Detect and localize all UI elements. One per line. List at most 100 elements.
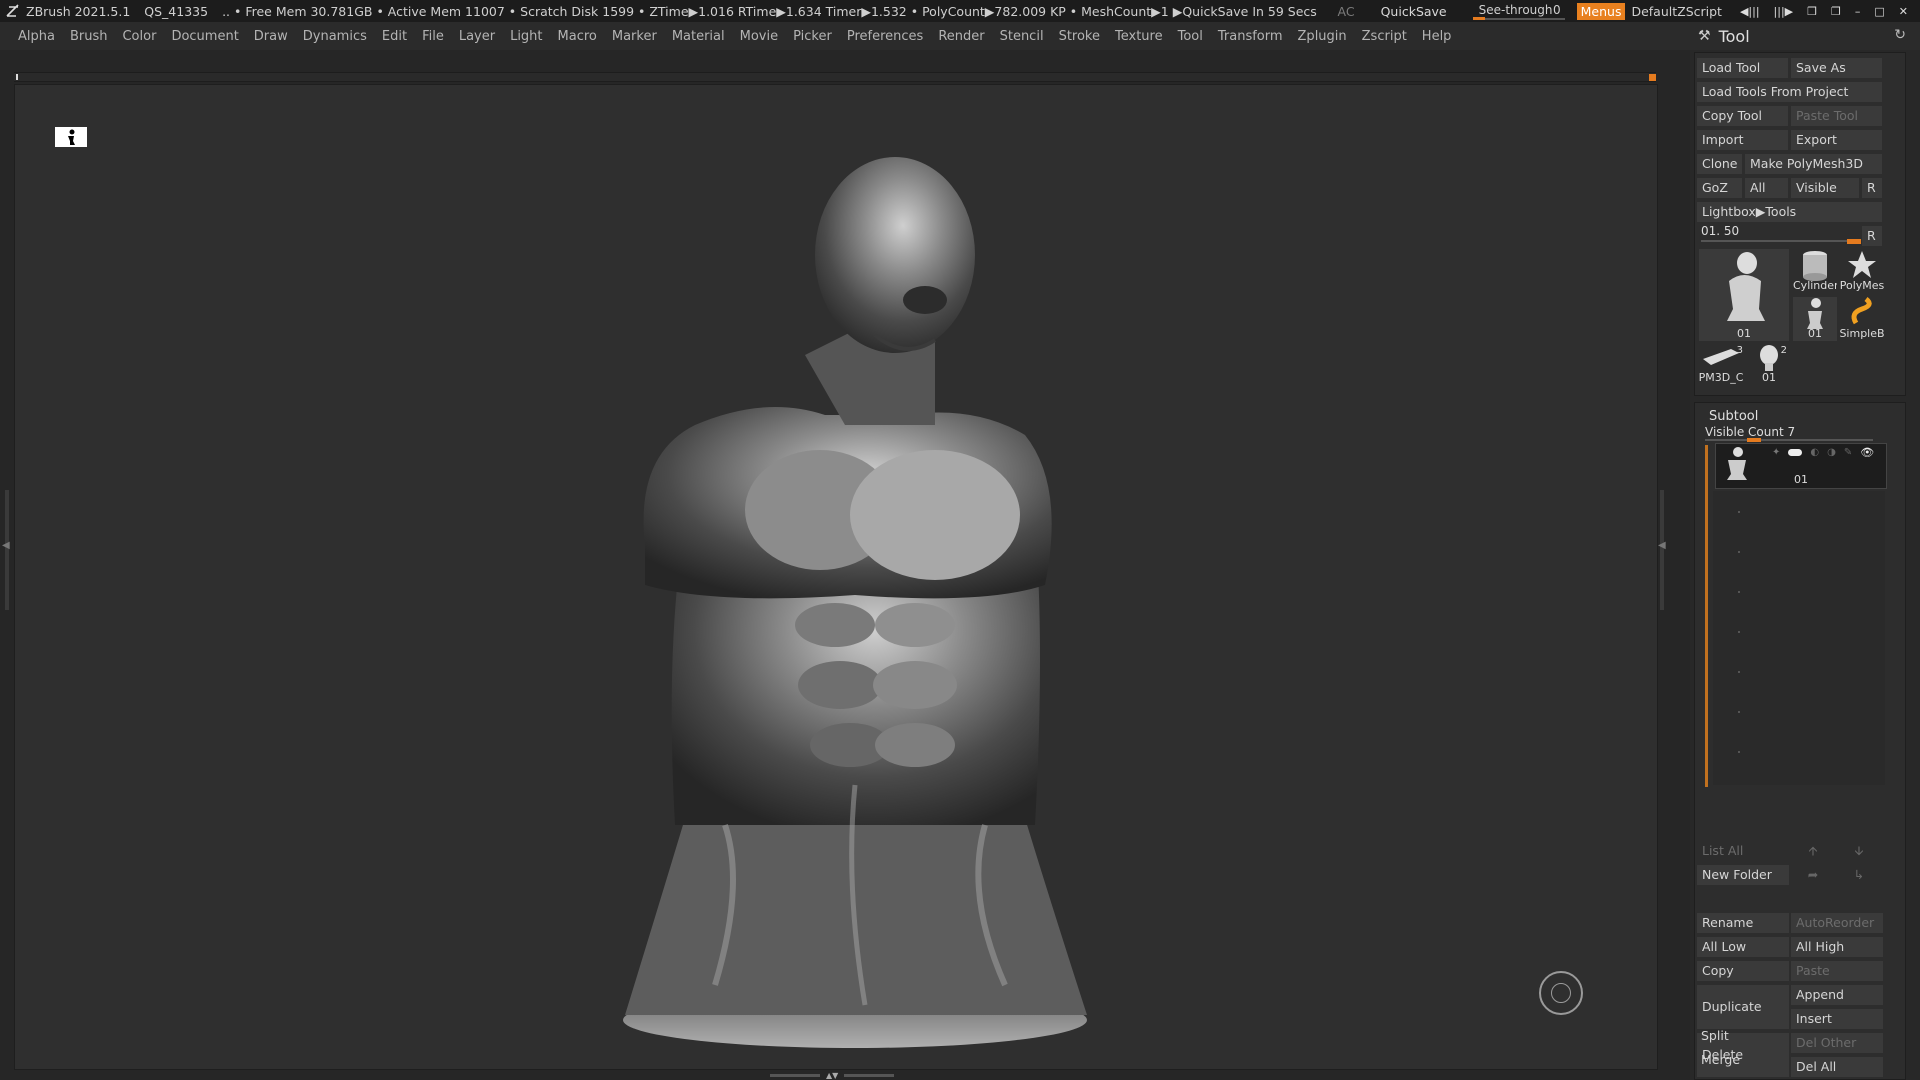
- menu-stroke[interactable]: Stroke: [1059, 29, 1100, 44]
- lightbox-tools-button[interactable]: Lightbox▶Tools: [1697, 202, 1882, 222]
- goz-r-button[interactable]: R: [1862, 178, 1882, 198]
- paste-button[interactable]: Paste: [1791, 961, 1883, 981]
- tool-thumb-main[interactable]: 01: [1699, 249, 1789, 341]
- tool-thumb-simpleb[interactable]: SimpleB: [1839, 297, 1885, 341]
- menu-draw[interactable]: Draw: [254, 29, 288, 44]
- menu-zplugin[interactable]: Zplugin: [1298, 29, 1347, 44]
- all-low-button[interactable]: All Low: [1697, 937, 1789, 957]
- menus-button[interactable]: Menus: [1576, 2, 1626, 20]
- new-folder-button[interactable]: New Folder: [1697, 865, 1789, 885]
- append-button[interactable]: Append: [1791, 985, 1883, 1005]
- menu-texture[interactable]: Texture: [1115, 29, 1163, 44]
- autoreorder-button[interactable]: AutoReorder: [1791, 913, 1883, 933]
- move-up-icon[interactable]: 🡩: [1791, 841, 1835, 861]
- tool-slider-knob[interactable]: [1847, 239, 1861, 244]
- visible-count-knob[interactable]: [1747, 438, 1761, 442]
- tool-slider[interactable]: 01. 50: [1701, 224, 1861, 244]
- subtool-dynamesh-icon[interactable]: ◐: [1810, 447, 1819, 458]
- load-tools-from-project-button[interactable]: Load Tools From Project: [1697, 82, 1882, 102]
- goz-button[interactable]: GoZ: [1697, 178, 1742, 198]
- duplicate-button[interactable]: Duplicate: [1697, 985, 1789, 1029]
- menu-help[interactable]: Help: [1422, 29, 1452, 44]
- goz-visible-button[interactable]: Visible: [1791, 178, 1859, 198]
- save-as-button[interactable]: Save As: [1791, 58, 1882, 78]
- copy-button[interactable]: Copy: [1697, 961, 1789, 981]
- cylinder-icon: [1803, 251, 1827, 281]
- tool-thumb-small01[interactable]: 01: [1793, 297, 1837, 341]
- rename-button[interactable]: Rename: [1697, 913, 1789, 933]
- menu-edit[interactable]: Edit: [382, 29, 407, 44]
- menu-preferences[interactable]: Preferences: [847, 29, 923, 44]
- menu-light[interactable]: Light: [510, 29, 542, 44]
- right-tray-arrow-icon[interactable]: ◀: [1658, 540, 1666, 551]
- menu-file[interactable]: File: [422, 29, 444, 44]
- move-into-icon[interactable]: ➦: [1791, 865, 1835, 885]
- merge-header[interactable]: Merge: [1696, 1050, 1896, 1070]
- menu-layer[interactable]: Layer: [459, 29, 495, 44]
- subtool-scrollbar[interactable]: [1705, 445, 1708, 787]
- tool-thumb-pm3d[interactable]: 3 PM3D_C: [1697, 345, 1745, 385]
- restore-layout-icon[interactable]: ❒: [1807, 5, 1817, 18]
- paste-tool-button[interactable]: Paste Tool: [1791, 106, 1882, 126]
- menu-dynamics[interactable]: Dynamics: [303, 29, 367, 44]
- close-icon[interactable]: ✕: [1899, 5, 1908, 18]
- swap-icon[interactable]: ❐: [1831, 5, 1841, 18]
- sculpt-model[interactable]: [605, 125, 1105, 1065]
- copy-tool-button[interactable]: Copy Tool: [1697, 106, 1788, 126]
- subtool-list[interactable]: [1713, 491, 1885, 785]
- menu-transform[interactable]: Transform: [1218, 29, 1283, 44]
- tray-right-icon[interactable]: |||▶: [1774, 5, 1794, 18]
- make-polymesh3d-button[interactable]: Make PolyMesh3D: [1745, 154, 1882, 174]
- menu-color[interactable]: Color: [122, 29, 156, 44]
- all-high-button[interactable]: All High: [1791, 937, 1883, 957]
- minimize-icon[interactable]: –: [1855, 5, 1861, 18]
- tool-thumb-head01[interactable]: 2 01: [1749, 345, 1789, 385]
- quicksave-button[interactable]: QuickSave: [1381, 4, 1447, 19]
- clone-button[interactable]: Clone: [1697, 154, 1742, 174]
- menu-stencil[interactable]: Stencil: [1000, 29, 1044, 44]
- subtool-item[interactable]: ✦ ◐ ◑ ✎ 👁 01: [1715, 443, 1887, 489]
- canvas-viewport[interactable]: [14, 84, 1658, 1070]
- split-header[interactable]: Split: [1696, 1026, 1896, 1046]
- navigation-gizmo[interactable]: [1539, 971, 1583, 1015]
- menu-picker[interactable]: Picker: [793, 29, 832, 44]
- menu-render[interactable]: Render: [938, 29, 984, 44]
- subtool-toggle-icon[interactable]: [1788, 449, 1803, 456]
- menu-brush[interactable]: Brush: [70, 29, 108, 44]
- import-button[interactable]: Import: [1697, 130, 1788, 150]
- subtool-polypaint-icon[interactable]: ◑: [1827, 447, 1836, 458]
- menu-zscript[interactable]: Zscript: [1362, 29, 1407, 44]
- menu-alpha[interactable]: Alpha: [18, 29, 55, 44]
- default-zscript-button[interactable]: DefaultZScript: [1631, 4, 1722, 19]
- export-button[interactable]: Export: [1791, 130, 1882, 150]
- menu-marker[interactable]: Marker: [612, 29, 657, 44]
- bottom-tray-handle[interactable]: ▲▼: [770, 1071, 900, 1080]
- subtool-brush-icon[interactable]: ✦: [1772, 447, 1780, 458]
- tool-slider-r-button[interactable]: R: [1862, 226, 1882, 246]
- menu-material[interactable]: Material: [672, 29, 725, 44]
- eye-icon[interactable]: 👁: [1860, 446, 1874, 459]
- left-tray-arrow-icon[interactable]: ◀: [2, 540, 10, 551]
- menu-tool[interactable]: Tool: [1178, 29, 1203, 44]
- tray-left-icon[interactable]: ◀|||: [1740, 5, 1760, 18]
- see-through-slider[interactable]: See-through 0: [1472, 2, 1565, 20]
- list-all-button[interactable]: List All: [1697, 841, 1789, 861]
- menu-document[interactable]: Document: [171, 29, 238, 44]
- maximize-icon[interactable]: □: [1874, 5, 1884, 18]
- tool-thumb-cylinder[interactable]: Cylinder: [1793, 249, 1837, 293]
- ac-label[interactable]: AC: [1338, 4, 1355, 19]
- load-tool-button[interactable]: Load Tool: [1697, 58, 1788, 78]
- goz-all-button[interactable]: All: [1745, 178, 1788, 198]
- refresh-icon[interactable]: ↻: [1894, 27, 1906, 43]
- move-out-icon[interactable]: ↳: [1837, 865, 1881, 885]
- subtool-edit-icon[interactable]: ✎: [1844, 447, 1852, 458]
- menu-movie[interactable]: Movie: [740, 29, 778, 44]
- subtool-title[interactable]: Subtool: [1709, 409, 1758, 424]
- tool-panel-header[interactable]: ⚒ Tool ↻: [1690, 22, 1920, 50]
- perspective-figure-icon[interactable]: [55, 127, 87, 147]
- menu-macro[interactable]: Macro: [558, 29, 597, 44]
- move-down-icon[interactable]: 🡫: [1837, 841, 1881, 861]
- bottom-tray-arrow-icon[interactable]: ▲▼: [826, 1071, 838, 1080]
- figure-thumb-icon: [1727, 252, 1765, 321]
- tool-thumb-polymesh[interactable]: PolyMes: [1839, 249, 1885, 293]
